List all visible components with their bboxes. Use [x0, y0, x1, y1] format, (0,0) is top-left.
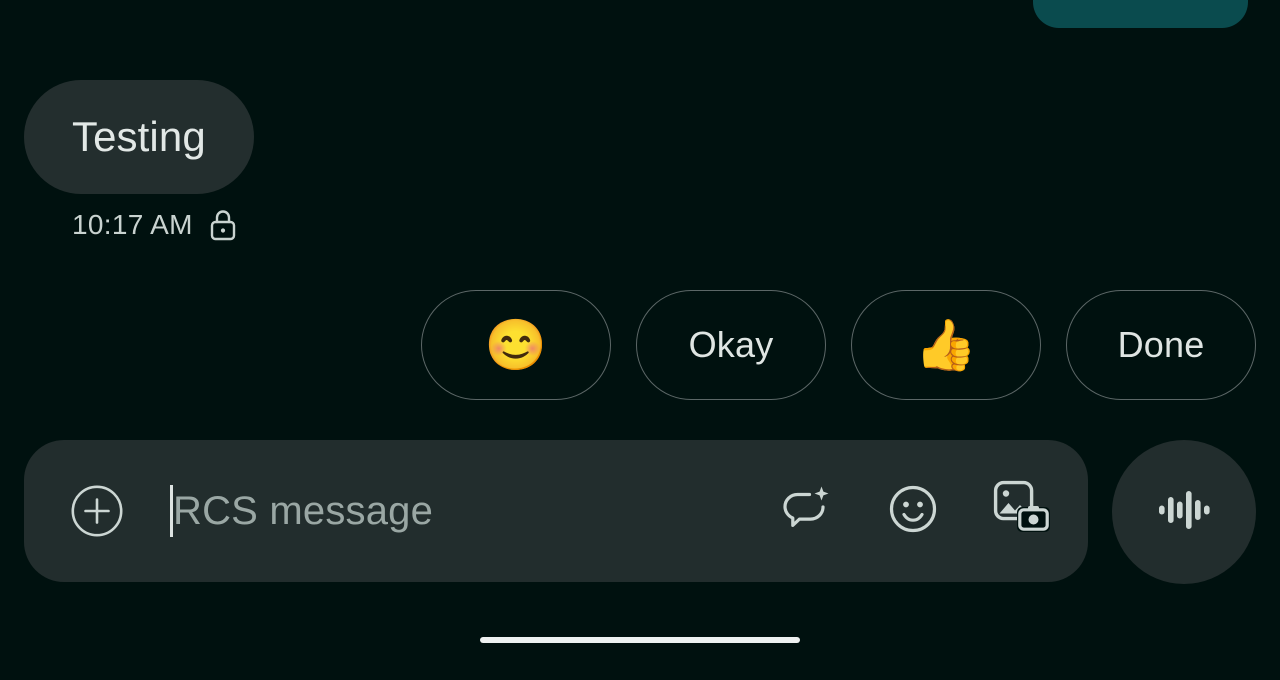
emoji-icon[interactable]	[884, 480, 942, 543]
message-composer-bar: RCS message	[24, 440, 1088, 582]
message-metadata: 10:17 AM	[72, 209, 237, 241]
incoming-message-row: Testing	[24, 80, 254, 194]
suggestion-chip-smiling-face[interactable]: 😊	[421, 290, 611, 400]
voice-waveform-icon	[1153, 479, 1215, 546]
composer-actions	[774, 477, 1054, 546]
outgoing-message-bubble[interactable]	[1033, 0, 1248, 28]
message-input-placeholder: RCS message	[173, 489, 434, 533]
suggestion-chip-done[interactable]: Done	[1066, 290, 1256, 400]
messaging-conversation-screen: Testing 10:17 AM 😊 Okay 👍 Done RCS messa…	[0, 0, 1280, 680]
lock-icon	[209, 209, 237, 241]
message-input[interactable]: RCS message	[170, 440, 754, 582]
incoming-message-text: Testing	[72, 113, 206, 160]
suggested-replies: 😊 Okay 👍 Done	[421, 290, 1256, 400]
plus-circle-icon[interactable]	[70, 484, 124, 538]
home-indicator[interactable]	[480, 637, 800, 643]
message-timestamp: 10:17 AM	[72, 209, 193, 240]
thumbs-up-emoji: 👍	[914, 317, 978, 373]
suggestion-chip-thumbs-up[interactable]: 👍	[851, 290, 1041, 400]
incoming-message-bubble[interactable]: Testing	[24, 80, 254, 194]
suggestion-chip-label: Done	[1117, 324, 1205, 365]
gallery-camera-icon[interactable]	[990, 477, 1054, 546]
smiling-face-emoji: 😊	[484, 317, 548, 373]
suggestion-chip-okay[interactable]: Okay	[636, 290, 826, 400]
magic-compose-icon[interactable]	[774, 478, 836, 545]
voice-message-button[interactable]	[1112, 440, 1256, 584]
suggestion-chip-label: Okay	[688, 324, 774, 365]
